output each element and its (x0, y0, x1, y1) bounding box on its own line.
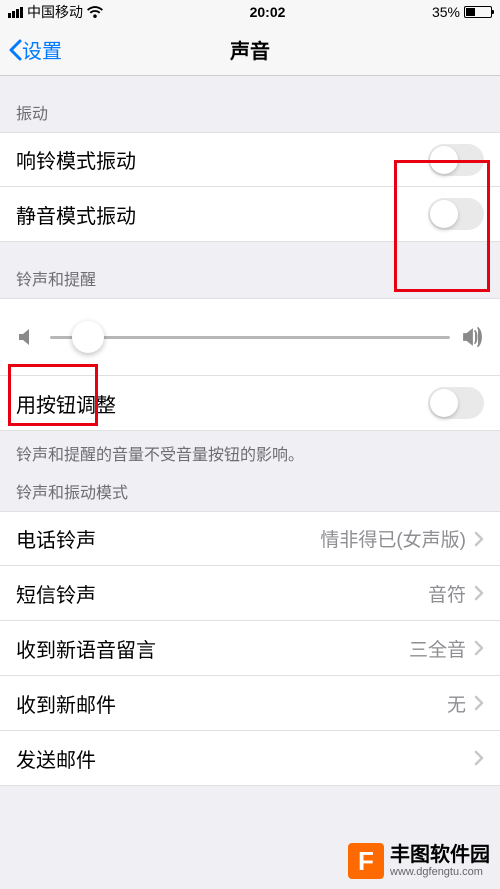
chevron-right-icon (474, 585, 484, 601)
text-tone-cell[interactable]: 短信铃声 音符 (0, 566, 500, 621)
chevron-right-icon (474, 531, 484, 547)
chevron-left-icon (8, 39, 22, 61)
new-mail-cell[interactable]: 收到新邮件 无 (0, 676, 500, 731)
back-label: 设置 (22, 35, 62, 64)
chevron-right-icon (474, 750, 484, 766)
new-mail-label: 收到新邮件 (16, 689, 116, 718)
watermark-logo: F (348, 843, 384, 879)
vibrate-on-silent-toggle[interactable] (428, 198, 484, 230)
watermark: F 丰图软件园 www.dgfengtu.com (348, 843, 490, 879)
signal-icon (8, 7, 23, 18)
change-with-buttons-label: 用按钮调整 (16, 389, 116, 418)
voicemail-value: 三全音 (409, 635, 466, 662)
vibrate-on-silent-cell[interactable]: 静音模式振动 (0, 187, 500, 242)
section-header-sounds: 铃声和振动模式 (0, 465, 500, 511)
time-label: 20:02 (250, 4, 286, 20)
ringer-volume-slider[interactable] (50, 321, 450, 353)
ringtone-value: 情非得已(女声版) (320, 525, 466, 552)
battery-icon (464, 6, 492, 18)
battery-percent: 35% (432, 4, 460, 20)
vibrate-on-ring-toggle[interactable] (428, 144, 484, 176)
ringer-footer: 铃声和提醒的音量不受音量按钮的影响。 (0, 431, 500, 465)
voicemail-label: 收到新语音留言 (16, 634, 156, 663)
watermark-url: www.dgfengtu.com (390, 866, 490, 878)
watermark-name: 丰图软件园 (390, 844, 490, 866)
ringtone-label: 电话铃声 (16, 524, 96, 553)
section-header-ringer: 铃声和提醒 (0, 242, 500, 298)
volume-low-icon (16, 326, 38, 348)
change-with-buttons-cell[interactable]: 用按钮调整 (0, 376, 500, 431)
status-right: 35% (432, 4, 492, 20)
page-title: 声音 (230, 35, 270, 64)
nav-bar: 设置 声音 (0, 24, 500, 76)
text-tone-label: 短信铃声 (16, 579, 96, 608)
carrier-label: 中国移动 (27, 2, 83, 22)
ringtone-cell[interactable]: 电话铃声 情非得已(女声版) (0, 511, 500, 566)
back-button[interactable]: 设置 (8, 35, 62, 64)
new-mail-value: 无 (447, 690, 466, 717)
status-bar: 中国移动 20:02 35% (0, 0, 500, 24)
section-header-vibration: 振动 (0, 76, 500, 132)
sent-mail-cell[interactable]: 发送邮件 (0, 731, 500, 786)
wifi-icon (87, 6, 103, 18)
status-left: 中国移动 (8, 2, 103, 22)
vibrate-on-silent-label: 静音模式振动 (16, 200, 136, 229)
voicemail-cell[interactable]: 收到新语音留言 三全音 (0, 621, 500, 676)
volume-high-icon (462, 326, 484, 348)
chevron-right-icon (474, 695, 484, 711)
ringer-volume-cell (0, 298, 500, 376)
text-tone-value: 音符 (428, 580, 466, 607)
change-with-buttons-toggle[interactable] (428, 387, 484, 419)
sent-mail-label: 发送邮件 (16, 744, 96, 773)
chevron-right-icon (474, 640, 484, 656)
vibrate-on-ring-label: 响铃模式振动 (16, 145, 136, 174)
vibrate-on-ring-cell[interactable]: 响铃模式振动 (0, 132, 500, 187)
